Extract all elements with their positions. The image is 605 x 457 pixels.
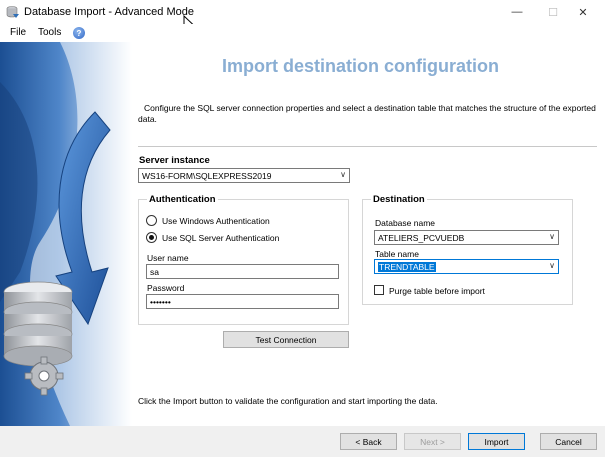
footer-instruction: Click the Import button to validate the …	[138, 396, 438, 406]
database-name-dropdown[interactable]: ATELIERS_PCVUEDB ∨	[374, 230, 559, 245]
windows-auth-radio[interactable]	[146, 215, 157, 226]
cancel-button[interactable]: Cancel	[540, 433, 597, 450]
table-name-dropdown[interactable]: TRENDTABLE ∨	[374, 259, 559, 274]
server-instance-value: WS16-FORM\SQLEXPRESS2019	[142, 171, 272, 181]
database-name-label: Database name	[375, 218, 436, 228]
username-label: User name	[147, 253, 189, 263]
username-input[interactable]: sa	[146, 264, 339, 279]
page-title: Import destination configuration	[222, 56, 499, 76]
table-name-value: TRENDTABLE	[378, 262, 436, 272]
sql-auth-radio[interactable]	[146, 232, 157, 243]
close-button[interactable]: ✕	[560, 0, 605, 24]
next-button[interactable]: Next >	[404, 433, 461, 450]
database-app-icon	[6, 6, 19, 18]
import-button[interactable]: Import	[468, 433, 525, 450]
menu-file[interactable]: File	[10, 27, 26, 38]
menu-bar: File Tools	[0, 24, 605, 42]
server-instance-label: Server instance	[139, 155, 210, 166]
purge-table-label[interactable]: Purge table before import	[389, 286, 485, 296]
menu-tools[interactable]: Tools	[38, 27, 61, 38]
table-name-label: Table name	[375, 249, 419, 259]
test-connection-button[interactable]: Test Connection	[223, 331, 349, 348]
intro-line-1: Configure the SQL server connection prop…	[144, 103, 596, 113]
database-name-value: ATELIERS_PCVUEDB	[378, 233, 465, 243]
sql-auth-label[interactable]: Use SQL Server Authentication	[162, 233, 279, 243]
intro-line-2: data.	[138, 114, 157, 124]
database-import-illustration	[0, 42, 132, 426]
help-icon[interactable]: ?	[73, 27, 85, 39]
password-input[interactable]: •••••••	[146, 294, 339, 309]
wizard-side-art	[0, 42, 132, 426]
chevron-down-icon: ∨	[340, 170, 346, 179]
header-separator	[138, 146, 597, 147]
windows-auth-label[interactable]: Use Windows Authentication	[162, 216, 270, 226]
password-label: Password	[147, 283, 185, 293]
destination-label: Destination	[371, 194, 427, 205]
chevron-down-icon: ∨	[549, 261, 555, 270]
chevron-down-icon: ∨	[549, 232, 555, 241]
authentication-label: Authentication	[147, 194, 218, 205]
server-instance-dropdown[interactable]: WS16-FORM\SQLEXPRESS2019 ∨	[138, 168, 350, 183]
back-button[interactable]: < Back	[340, 433, 397, 450]
purge-table-checkbox[interactable]	[374, 285, 384, 295]
intro-text: Configure the SQL server connection prop…	[138, 103, 598, 125]
title-bar: Database Import - Advanced Mode — ☐ ✕	[0, 0, 605, 24]
window-title: Database Import - Advanced Mode	[24, 6, 194, 18]
